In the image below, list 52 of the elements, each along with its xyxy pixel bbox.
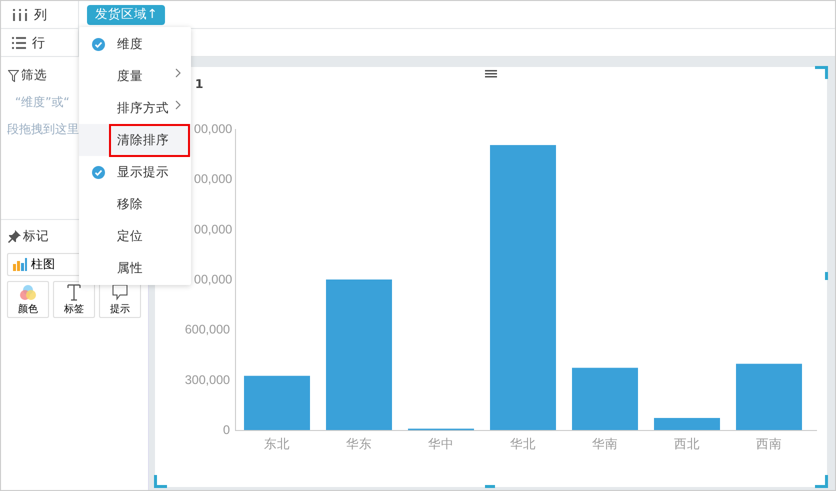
drop-hint: “维度”或“ [15, 94, 70, 111]
y-tick-label: 0 [223, 423, 230, 437]
section-title: 筛选 [21, 67, 47, 84]
y-tick-label: 600,000 [184, 322, 230, 337]
columns-icon [12, 8, 28, 20]
menu-item[interactable]: 维度 [79, 28, 191, 60]
y-tick-label: 300,000 [184, 372, 230, 387]
shelf-label: 列 [34, 6, 47, 24]
mark-button[interactable]: 颜色 [7, 281, 49, 318]
section-title: 标记 [23, 228, 49, 245]
x-tick-label: 华南 [592, 437, 618, 451]
x-tick-label: 西南 [756, 437, 782, 451]
menu-item[interactable]: 移除 [79, 188, 191, 220]
speech-bubble-icon [112, 284, 128, 300]
filter-icon [8, 70, 19, 82]
menu-item[interactable]: 显示提示 [79, 156, 191, 188]
check-icon [92, 38, 104, 50]
y-tick-label: 00,000 [194, 172, 232, 186]
bar-chart-icon [13, 258, 27, 271]
bar [244, 376, 310, 430]
menu-item[interactable]: 度量 [79, 60, 191, 92]
chart-title: 1 [195, 77, 204, 91]
text-icon [67, 284, 81, 300]
list-icon [12, 36, 26, 48]
y-tick-label: 00,000 [194, 222, 232, 236]
resize-handle[interactable] [154, 475, 167, 488]
x-tick-label: 东北 [264, 437, 290, 451]
resize-handle[interactable] [815, 475, 828, 488]
mark-button[interactable]: 标签 [53, 281, 95, 318]
x-tick-label: 华中 [428, 437, 454, 451]
y-tick-label: 00,000 [194, 122, 232, 136]
drop-hint: 段拖拽到这里 [7, 121, 79, 138]
resize-handle[interactable] [825, 272, 828, 280]
menu-item[interactable]: 定位 [79, 220, 191, 252]
y-tick-label: 00,000 [194, 272, 232, 286]
chevron-right-icon [175, 100, 181, 110]
bar [654, 418, 720, 430]
check-icon [92, 166, 104, 178]
resize-handle[interactable] [815, 66, 828, 79]
x-tick-label: 西北 [674, 437, 700, 451]
menu-item[interactable]: 排序方式 [79, 92, 191, 124]
pin-icon [8, 230, 21, 243]
shelf-label: 行 [32, 34, 45, 52]
bar [736, 364, 802, 430]
bar [572, 368, 638, 430]
menu-item[interactable]: 清除排序 [79, 124, 191, 156]
chevron-right-icon [175, 68, 181, 78]
drag-handle-icon[interactable] [485, 70, 497, 78]
resize-handle[interactable] [485, 485, 495, 488]
x-tick-label: 华北 [510, 437, 536, 451]
color-circles-icon [19, 284, 37, 300]
x-tick-label: 华东 [346, 437, 372, 451]
